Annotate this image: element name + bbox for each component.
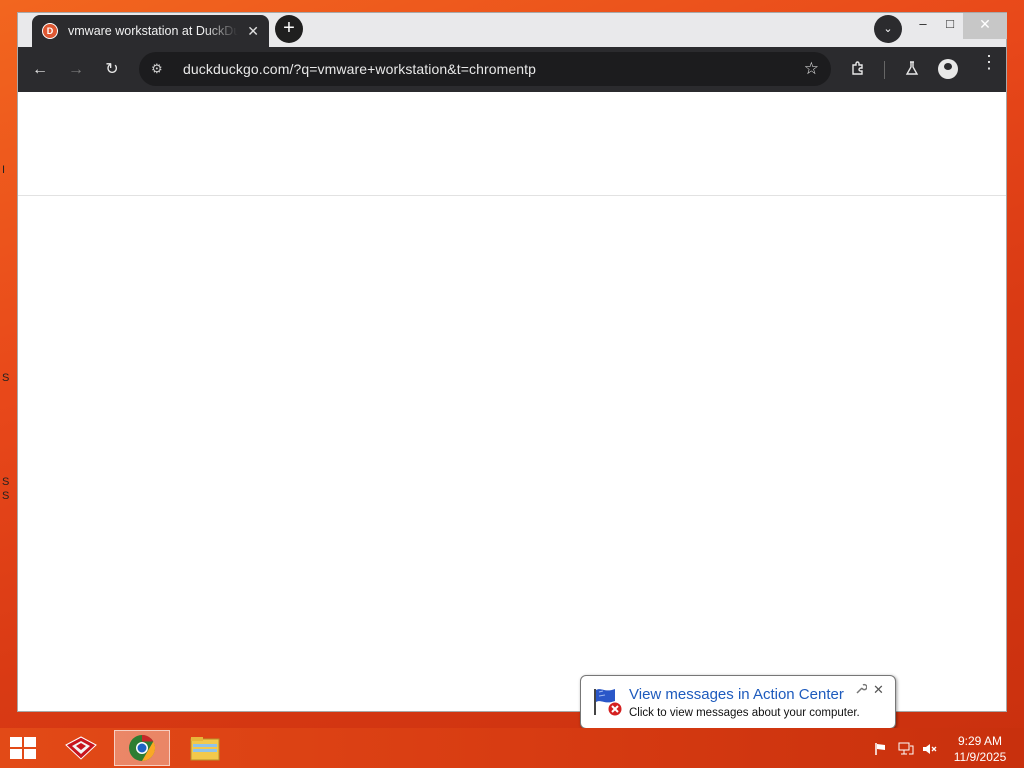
new-tab-button[interactable]: +	[275, 15, 303, 43]
desktop-edge-text: S	[2, 372, 10, 384]
tab-title: vmware workstation at DuckDuckGo	[68, 24, 238, 38]
back-button[interactable]: ←	[30, 60, 50, 80]
profile-icon[interactable]	[938, 59, 958, 79]
header-divider	[18, 195, 1006, 196]
bookmark-star-icon[interactable]: ☆	[804, 59, 819, 79]
notification-close-icon[interactable]: ✕	[873, 682, 884, 698]
extensions-icon[interactable]	[848, 60, 868, 80]
browser-window: D vmware workstation at DuckDuckGo ✕ + ⌄…	[17, 12, 1007, 712]
address-bar[interactable]: ⚙ duckduckgo.com/?q=vmware+workstation&t…	[139, 52, 831, 86]
taskbar-app-red-icon[interactable]	[53, 730, 109, 766]
clock-date: 11/9/2025	[953, 750, 1007, 764]
volume-muted-icon[interactable]	[922, 742, 937, 754]
clock-time: 9:29 AM	[957, 734, 1003, 748]
network-icon[interactable]	[898, 742, 914, 755]
duckduckgo-icon: D	[42, 23, 58, 39]
taskbar: 9:29 AM 11/9/2025	[0, 728, 1024, 768]
maximize-button[interactable]: □	[935, 13, 965, 39]
action-center-flag-icon	[591, 685, 625, 717]
forward-button[interactable]: →	[66, 60, 86, 80]
reload-button[interactable]: ↻	[102, 60, 122, 80]
action-center-notification[interactable]: View messages in Action Center Click to …	[580, 675, 896, 742]
minimize-button[interactable]: –	[908, 13, 938, 39]
site-info-icon[interactable]: ⚙	[151, 61, 169, 77]
toolbar-separator	[884, 61, 885, 79]
desktop-edge-text: I	[2, 164, 6, 176]
action-center-icon[interactable]	[874, 742, 888, 755]
start-button[interactable]	[10, 737, 38, 761]
url-text[interactable]: duckduckgo.com/?q=vmware+workstation&t=c…	[183, 61, 536, 77]
desktop-edge-text: S	[2, 476, 10, 488]
taskbar-clock[interactable]: 9:29 AM 11/9/2025	[948, 733, 1012, 765]
flask-icon[interactable]	[902, 60, 922, 80]
page-content	[18, 92, 1006, 711]
taskbar-chrome-icon[interactable]	[114, 730, 170, 766]
tab-search-button[interactable]: ⌄	[874, 15, 902, 43]
notification-settings-icon[interactable]	[855, 683, 868, 698]
notification-title[interactable]: View messages in Action Center	[629, 686, 844, 703]
close-window-button[interactable]: ✕	[963, 13, 1007, 39]
tab-close-icon[interactable]: ✕	[247, 23, 259, 40]
tab-strip: D vmware workstation at DuckDuckGo ✕ + ⌄…	[18, 13, 1007, 47]
desktop-edge-text: S	[2, 490, 10, 502]
notification-text: Click to view messages about your comput…	[629, 707, 860, 719]
menu-dots-icon[interactable]: ⋮	[980, 53, 998, 71]
taskbar-file-explorer-icon[interactable]	[177, 730, 233, 766]
browser-toolbar: ← → ↻ ⚙ duckduckgo.com/?q=vmware+worksta…	[18, 47, 1006, 92]
tab-active[interactable]: D vmware workstation at DuckDuckGo ✕	[32, 15, 269, 47]
